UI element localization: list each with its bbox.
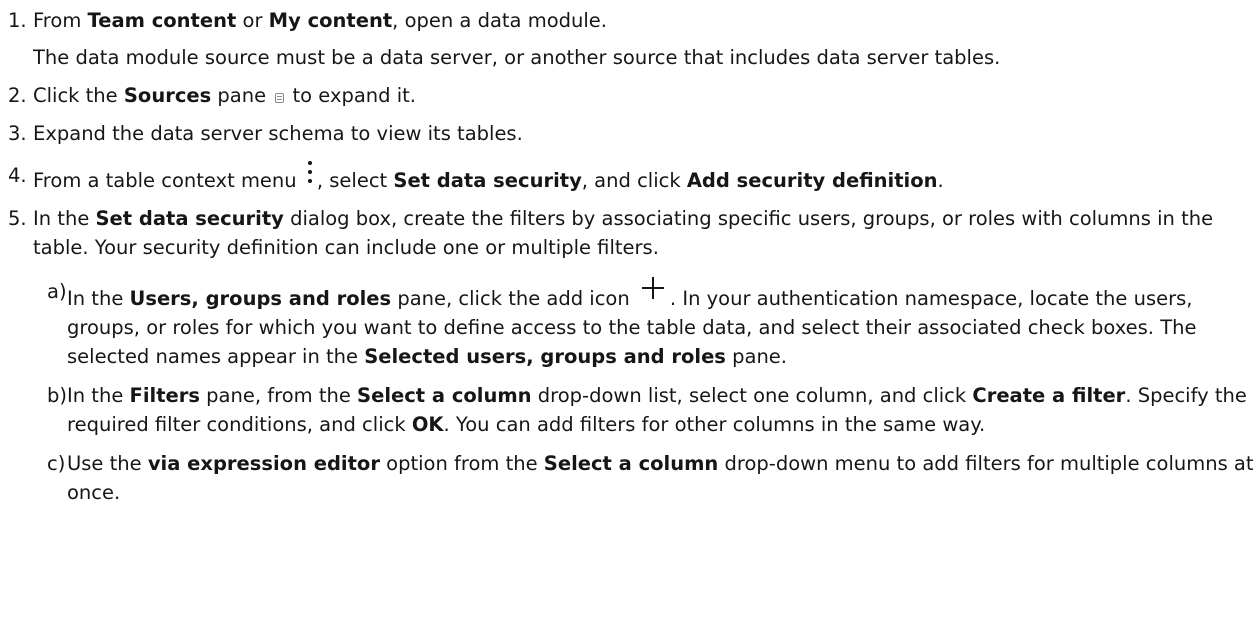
substep-text: In the Filters pane, from the Select a c… — [67, 384, 1247, 436]
step-1: 1. From Team content or My content, open… — [0, 6, 1256, 72]
ui-term-create-a-filter: Create a filter — [972, 384, 1126, 407]
ui-term-select-a-column: Select a column — [357, 384, 532, 407]
step-4: 4. From a table context menu , select Se… — [0, 161, 1256, 195]
substep-text: Use the via expression editor option fro… — [67, 452, 1254, 504]
ui-term-selected-users-groups-roles: Selected users, groups and roles — [364, 345, 726, 368]
substep-letter: c) — [47, 452, 66, 475]
substep-letter: b) — [47, 384, 67, 407]
step-text: In the Set data security dialog box, cre… — [33, 207, 1214, 259]
ui-term-users-groups-roles: Users, groups and roles — [129, 287, 392, 310]
document-body: 1. From Team content or My content, open… — [0, 0, 1256, 507]
step-3: 3. Expand the data server schema to view… — [0, 119, 1256, 148]
kebab-menu-icon — [305, 161, 315, 185]
ui-term-team-content: Team content — [87, 9, 237, 32]
step-number: 2. — [8, 84, 27, 107]
substep-c: c) Use the via expression editor option … — [34, 449, 1256, 507]
ui-term-filters: Filters — [129, 384, 200, 407]
substep-text: In the Users, groups and roles pane, cli… — [67, 277, 1256, 371]
step-info: The data module source must be a data se… — [33, 46, 1001, 69]
ui-term-select-a-column: Select a column — [543, 452, 719, 475]
step-5: 5. In the Set data security dialog box, … — [0, 204, 1256, 507]
ui-term-ok: OK — [411, 413, 444, 436]
ui-term-sources: Sources — [123, 84, 212, 107]
plus-icon — [641, 277, 664, 299]
step-text: Expand the data server schema to view it… — [33, 122, 523, 145]
ui-term-via-expression-editor: via expression editor — [147, 452, 380, 475]
step-2: 2. Click the Sources pane to expand it. — [0, 81, 1256, 110]
substep-list: a) In the Users, groups and roles pane, … — [33, 277, 1256, 507]
sources-pane-icon — [275, 93, 285, 103]
step-text: Click the Sources pane to expand it. — [33, 84, 417, 107]
ui-term-set-data-security: Set data security — [393, 169, 582, 192]
ui-term-my-content: My content — [268, 9, 393, 32]
step-text: From Team content or My content, open a … — [33, 9, 607, 32]
substep-b: b) In the Filters pane, from the Select … — [34, 381, 1256, 439]
ui-term-set-data-security: Set data security — [95, 207, 284, 230]
step-number: 5. — [8, 207, 27, 230]
ui-term-add-security-definition: Add security definition — [686, 169, 938, 192]
step-number: 1. — [8, 9, 27, 32]
step-number: 4. — [8, 164, 27, 187]
step-text: From a table context menu , select Set d… — [33, 161, 1256, 195]
substep-a: a) In the Users, groups and roles pane, … — [34, 277, 1256, 371]
substep-letter: a) — [47, 280, 67, 303]
step-number: 3. — [8, 122, 27, 145]
